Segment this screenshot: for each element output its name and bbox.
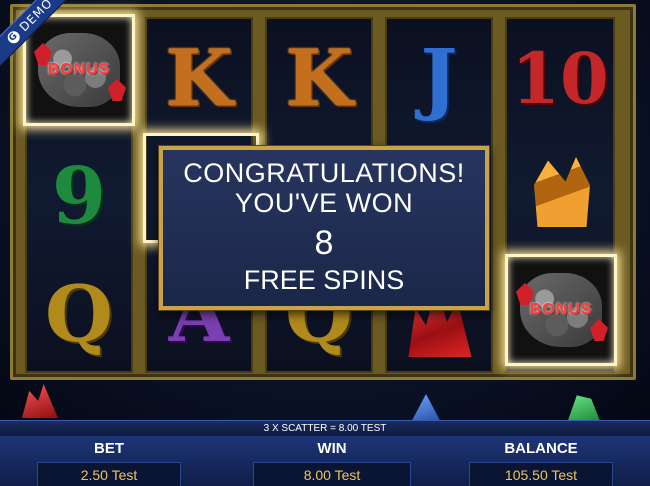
bet-value: 2.50 Test	[37, 462, 181, 486]
green-gem-icon	[566, 395, 602, 420]
win-label: WIN	[317, 440, 347, 457]
bonus-rock-icon: BONUS	[38, 33, 120, 107]
symbol-k: K	[285, 32, 353, 124]
bet-label: BET	[94, 440, 124, 457]
bonus-scatter-symbol: BONUS	[23, 14, 135, 126]
decorative-gems	[0, 380, 650, 420]
win-value: 8.00 Test	[253, 462, 411, 486]
symbol-9: 9	[51, 150, 107, 242]
balance-panel: BALANCE 105.50 Test	[468, 436, 614, 486]
bonus-scatter-symbol: BONUS	[505, 254, 617, 366]
symbol-j: J	[420, 32, 458, 124]
game-scene: G DEMO 9 Q K A K Q J 10 BONUS BONUS CONG…	[0, 0, 650, 420]
popup-congrats: CONGRATULATIONS!	[183, 158, 465, 188]
bonus-rock-icon: BONUS	[520, 273, 602, 347]
info-bar: BET 2.50 Test WIN 8.00 Test BALANCE 105.…	[0, 436, 650, 486]
bonus-label: BONUS	[529, 301, 593, 318]
free-spins-win-popup[interactable]: CONGRATULATIONS! YOU'VE WON 8 FREE SPINS	[159, 146, 489, 310]
balance-label: BALANCE	[504, 440, 578, 457]
red-gem-icon	[22, 384, 58, 418]
bet-panel[interactable]: BET 2.50 Test	[36, 436, 182, 486]
popup-spin-count: 8	[314, 224, 334, 262]
symbol-k: K	[165, 32, 233, 124]
bonus-label: BONUS	[47, 61, 111, 78]
scatter-win-message: 3 X SCATTER = 8.00 TEST	[0, 420, 650, 436]
blue-gem-icon	[408, 394, 444, 420]
popup-free-spins: FREE SPINS	[243, 265, 405, 295]
symbol-10: 10	[511, 36, 609, 120]
symbol-q: Q	[45, 268, 113, 360]
orange-crystal-icon	[534, 157, 590, 227]
g-logo-icon: G	[5, 28, 23, 46]
popup-youve-won: YOU'VE WON	[234, 188, 414, 218]
win-panel: WIN 8.00 Test	[252, 436, 412, 486]
balance-value: 105.50 Test	[469, 462, 613, 486]
